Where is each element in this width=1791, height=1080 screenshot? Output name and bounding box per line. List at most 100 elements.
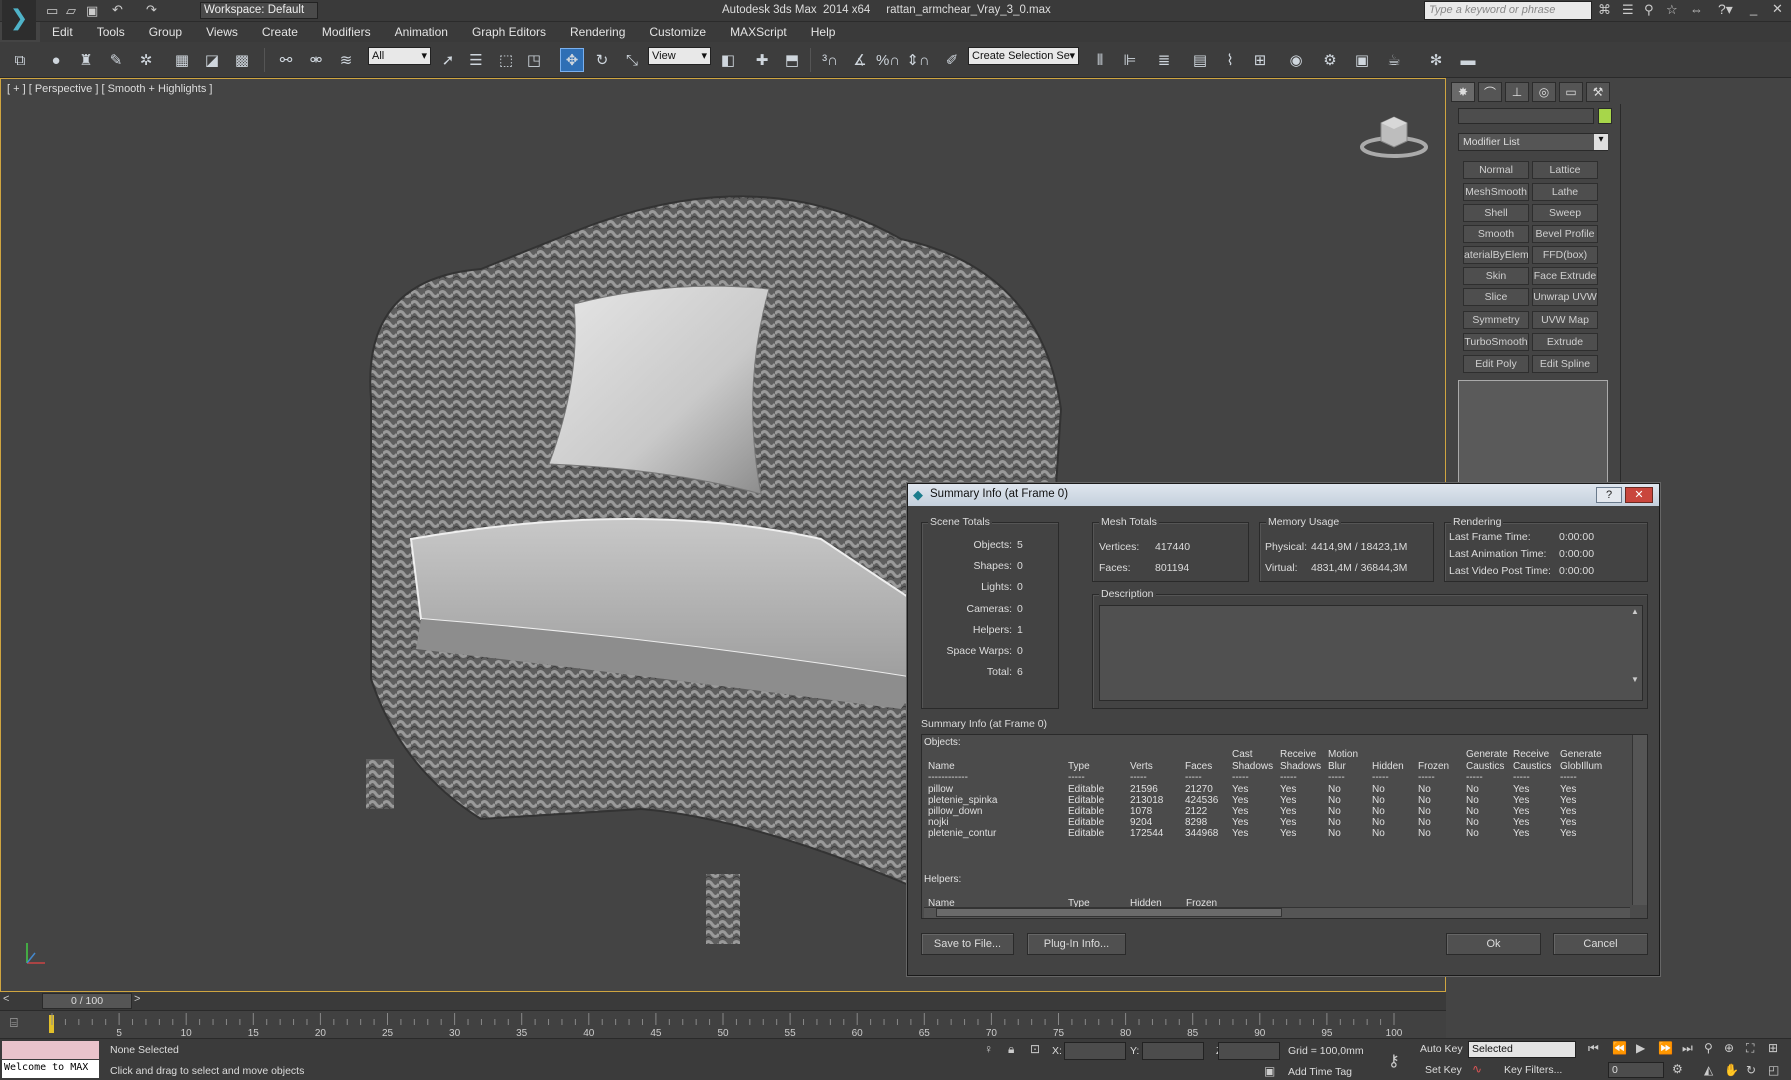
viewcube[interactable] (1359, 109, 1429, 161)
dialog-close-button[interactable]: ✕ (1625, 487, 1653, 503)
set-key-icon[interactable]: ⚷ (1388, 1051, 1400, 1071)
menu-customize[interactable]: Customize (637, 22, 718, 42)
modifier-list-dropdown[interactable]: Modifier List (1458, 133, 1608, 151)
container-icon[interactable]: ⧉ (8, 48, 32, 72)
play-icon[interactable]: ▶ (1636, 1041, 1645, 1055)
x-coordinate-input[interactable] (1064, 1042, 1126, 1060)
menu-create[interactable]: Create (250, 22, 310, 42)
edit-named-selection-icon[interactable]: ✐ (940, 48, 964, 72)
modifier-list-arrow-icon[interactable]: ▾ (1594, 134, 1608, 150)
time-configuration-icon[interactable]: ⚙ (1672, 1062, 1683, 1076)
scene-explorer-icon[interactable]: ▦ (170, 48, 194, 72)
timeline-ruler[interactable]: 5 10 15 20 25 30 35 40 45 50 55 60 65 70 75 80 85 90 95 100 (44, 1011, 1406, 1039)
menu-maxscript[interactable]: MAXScript (718, 22, 799, 42)
previous-frame-icon[interactable]: ⏪ (1612, 1041, 1627, 1055)
menu-group[interactable]: Group (137, 22, 194, 42)
description-scroll-up-icon[interactable]: ▲ (1631, 607, 1639, 616)
unlink-icon[interactable]: ⚮ (304, 48, 328, 72)
field-of-view-icon[interactable]: ◭ (1704, 1063, 1713, 1077)
zoom-extents-all-icon[interactable]: ⊞ (1768, 1041, 1778, 1055)
z-coordinate-input[interactable] (1218, 1042, 1280, 1060)
modifier-edit-poly-button[interactable]: Edit Poly (1463, 355, 1529, 373)
track-bar[interactable]: ⌸ 5 10 15 20 25 30 35 40 45 50 55 60 65 70 75 80 85 90 95 1… (0, 1010, 1446, 1039)
modifier-normal-button[interactable]: Normal (1463, 161, 1529, 179)
select-and-move-icon[interactable]: ✥ (560, 48, 584, 72)
layer-icon[interactable]: ▩ (230, 48, 254, 72)
modifier-stack[interactable] (1458, 380, 1608, 490)
orbit-icon[interactable]: ↻ (1746, 1063, 1756, 1077)
modifier-symmetry-button[interactable]: Symmetry (1463, 311, 1529, 329)
select-and-scale-icon[interactable]: ⤡ (620, 48, 644, 72)
modifier-lattice-button[interactable]: Lattice (1532, 161, 1598, 179)
vray-icon[interactable]: ✻ (1424, 48, 1448, 72)
key-tangent-icon[interactable]: ∿ (1472, 1062, 1482, 1076)
material-editor-icon[interactable]: ◉ (1284, 48, 1308, 72)
maximize-viewport-icon[interactable]: ◰ (1768, 1063, 1779, 1077)
select-manipulate-icon[interactable]: ✚ (750, 48, 774, 72)
time-tag-icon[interactable]: ▣ (1264, 1064, 1275, 1078)
auto-key-button[interactable]: Auto Key (1420, 1043, 1463, 1055)
menu-modifiers[interactable]: Modifiers (310, 22, 383, 42)
sphere-icon[interactable]: ● (44, 48, 68, 72)
quick-access-open-icon[interactable]: ▱ (66, 3, 76, 19)
summary-table[interactable]: Objects: Name ------------ Type ----- Verts -… (921, 734, 1648, 919)
cancel-button[interactable]: Cancel (1553, 933, 1648, 955)
description-scroll-down-icon[interactable]: ▼ (1631, 675, 1639, 684)
curve-editor-icon[interactable]: ⌇ (1218, 48, 1242, 72)
utilities-tab-icon[interactable]: ⚒ (1586, 82, 1610, 102)
menu-animation[interactable]: Animation (383, 22, 460, 42)
curve-editor-mini-icon[interactable]: ⌸ (10, 1015, 18, 1031)
modifier-meshsmooth-button[interactable]: MeshSmooth (1463, 183, 1529, 201)
shirt-icon[interactable]: ♜ (74, 48, 98, 72)
menu-rendering[interactable]: Rendering (558, 22, 637, 42)
schematic-view-icon[interactable]: ⊞ (1248, 48, 1272, 72)
time-slider-next-icon[interactable]: > (134, 993, 140, 1005)
modifier-face-extrude-button[interactable]: Face Extrude (1532, 267, 1598, 285)
particle-icon[interactable]: ✲ (134, 48, 158, 72)
absolute-mode-icon[interactable]: ⊡ (1030, 1042, 1040, 1056)
favorites-icon[interactable]: ☆ (1666, 2, 1678, 18)
layer-manager-icon[interactable]: ≣ (1152, 48, 1176, 72)
quick-access-new-icon[interactable]: ▭ (46, 3, 58, 19)
workspace-dropdown[interactable]: Workspace: Default (200, 2, 318, 19)
angle-snap-icon[interactable]: ∡ (848, 48, 872, 72)
maxscript-listener-top[interactable] (2, 1041, 99, 1059)
isolate-icon[interactable]: ♀ (984, 1042, 993, 1056)
select-and-rotate-icon[interactable]: ↻ (590, 48, 614, 72)
select-by-name-icon[interactable]: ☰ (464, 48, 488, 72)
object-name-field[interactable] (1458, 108, 1594, 124)
quick-access-save-icon[interactable]: ▣ (86, 3, 98, 19)
description-textarea[interactable] (1099, 605, 1643, 701)
modifier-turbosmooth-button[interactable]: TurboSmooth (1463, 333, 1529, 351)
bind-spacewarp-icon[interactable]: ≋ (334, 48, 358, 72)
object-color-swatch[interactable] (1598, 108, 1612, 124)
exchange-icon[interactable]: ⇔ (1690, 2, 1703, 17)
selection-filter-dropdown[interactable]: All (368, 47, 431, 65)
rendered-frame-window-icon[interactable]: ▣ (1350, 48, 1374, 72)
align-icon[interactable]: ⊫ (1118, 48, 1142, 72)
zoom-icon[interactable]: ⚲ (1704, 1041, 1713, 1055)
reference-coordinate-dropdown[interactable]: View (648, 47, 711, 65)
ok-button[interactable]: Ok (1446, 933, 1541, 955)
modifier-uvw-map-button[interactable]: UVW Map (1532, 311, 1598, 329)
modifier-bevel-profile-button[interactable]: Bevel Profile (1532, 225, 1598, 243)
display-tab-icon[interactable]: ▭ (1559, 82, 1583, 102)
create-tab-icon[interactable]: ✸ (1451, 82, 1475, 102)
pan-icon[interactable]: ✋ (1724, 1063, 1739, 1077)
modifier-unwrap-uvw-button[interactable]: Unwrap UVW (1532, 288, 1598, 306)
dialog-title-bar[interactable]: ◆ Summary Info (at Frame 0) ? ✕ (908, 484, 1659, 506)
app-logo-icon[interactable]: ❯ (2, 0, 36, 40)
mirror-icon[interactable]: ⫴ (1088, 48, 1112, 72)
set-key-button[interactable]: Set Key (1425, 1064, 1462, 1076)
subscription-icon[interactable]: ☰ (1622, 2, 1634, 18)
modifier-smooth-button[interactable]: Smooth (1463, 225, 1529, 243)
keyboard-shortcut-icon[interactable]: ⬒ (780, 48, 804, 72)
modifier-edit-spline-button[interactable]: Edit Spline (1532, 355, 1598, 373)
communication-center-icon[interactable]: ⚲ (1644, 2, 1654, 18)
modifier-ffd-box-button[interactable]: FFD(box) (1532, 246, 1598, 264)
pivot-center-icon[interactable]: ◧ (716, 48, 740, 72)
search-input[interactable]: Type a keyword or phrase (1424, 1, 1592, 20)
brush-icon[interactable]: ✎ (104, 48, 128, 72)
menu-graph-editors[interactable]: Graph Editors (460, 22, 558, 42)
menu-views[interactable]: Views (194, 22, 250, 42)
